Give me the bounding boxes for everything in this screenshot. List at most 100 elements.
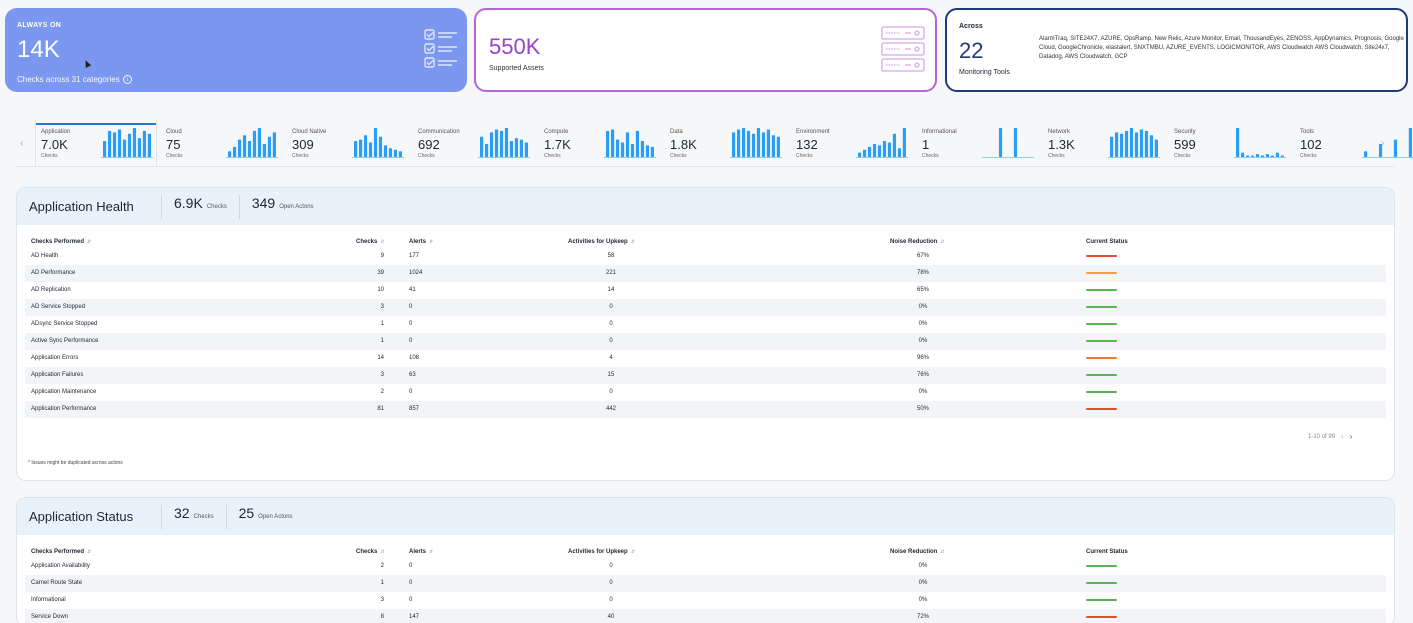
check-name: Application Errors	[31, 355, 79, 361]
category-tab-security[interactable]: Security 599 Checks	[1169, 121, 1291, 166]
alerts-count: 108	[409, 355, 420, 361]
category-tab-cloud-native[interactable]: Cloud Native 309 Checks	[287, 121, 409, 166]
category-tab-environment[interactable]: Environment 132 Checks	[791, 121, 913, 166]
sparkline-bar	[858, 152, 862, 157]
sort-icon[interactable]: ⇵	[380, 549, 384, 555]
col-header-alerts[interactable]: Alerts ⇵	[409, 549, 433, 555]
next-page-icon[interactable]: ›	[1350, 432, 1353, 441]
sort-icon[interactable]: ⇵	[429, 549, 433, 555]
status-line	[1086, 408, 1117, 410]
table-row[interactable]: ADsync Service Stopped 1 0 0 0%	[25, 316, 1386, 333]
col-header-noise[interactable]: Noise Reduction ⇵	[890, 239, 945, 245]
table-row[interactable]: AD Service Stopped 3 0 0 0%	[25, 299, 1386, 316]
alerts-count: 177	[409, 253, 420, 259]
category-value: 309	[292, 137, 314, 152]
checks-count: 3	[380, 304, 384, 310]
table-row[interactable]: Carnel Route State 1 0 0 0%	[25, 575, 1386, 592]
section-title: Application Health	[29, 199, 134, 214]
category-tab-informational[interactable]: Informational 1 Checks	[917, 121, 1039, 166]
sparkline-bar	[630, 143, 635, 157]
sort-icon[interactable]: ⇵	[940, 549, 944, 555]
table-row[interactable]: Informational 3 0 0 0%	[25, 592, 1386, 609]
alerts-count: 0	[409, 304, 413, 310]
activities-count: 0	[609, 563, 613, 569]
category-sparkline	[1234, 128, 1286, 158]
info-icon[interactable]: i	[122, 75, 132, 84]
col-header-activities[interactable]: Activities for Upkeep ⇵	[568, 239, 635, 245]
noise-reduction: 0%	[918, 597, 928, 603]
category-tab-tools[interactable]: Tools 102 Checks	[1295, 121, 1413, 166]
sparkline-bar	[127, 133, 132, 157]
checks-count: 2	[380, 389, 384, 395]
carousel-next-icon[interactable]: ›	[1381, 138, 1384, 149]
application-status-header: Application Status 32 Checks 25 Open Acton…	[17, 498, 1394, 535]
category-value: 692	[418, 137, 440, 152]
col-header-noise[interactable]: Noise Reduction ⇵	[890, 549, 945, 555]
col-header-checks-performed[interactable]: Checks Performed ⇵	[31, 239, 91, 245]
table-header: Checks Performed ⇵ Checks ⇵ Alerts ⇵ Activi…	[25, 234, 1386, 248]
sparkline-bar	[232, 146, 237, 157]
sparkline-bar	[237, 139, 242, 157]
col-header-checks[interactable]: Checks ⇵	[356, 549, 393, 555]
category-tab-cloud[interactable]: Cloud 75 Checks	[161, 121, 283, 166]
sparkline-bar	[756, 128, 761, 157]
sort-icon[interactable]: ⇵	[87, 239, 91, 245]
activities-count: 40	[607, 614, 615, 620]
sort-icon[interactable]: ⇵	[380, 239, 384, 245]
sparkline-bar	[1110, 136, 1114, 157]
col-header-checks[interactable]: Checks ⇵	[356, 239, 393, 245]
table-row[interactable]: AD Health 9 177 58 67%	[25, 248, 1386, 265]
sparkline-bar	[103, 141, 107, 157]
category-tab-communication[interactable]: Communication 692 Checks	[413, 121, 535, 166]
sort-icon[interactable]: ⇵	[631, 549, 635, 555]
sparkline-bar	[368, 142, 373, 157]
prev-page-icon[interactable]: ‹	[1341, 432, 1344, 441]
table-row[interactable]: Application Performance 81 857 442 50%	[25, 401, 1386, 418]
sparkline-bar	[1265, 154, 1270, 157]
table-row[interactable]: AD Performance 39 1024 221 78%	[25, 265, 1386, 282]
activities-count: 0	[609, 321, 613, 327]
category-tab-network[interactable]: Network 1.3K Checks	[1043, 121, 1165, 166]
sparkline-bar	[267, 136, 272, 157]
sort-icon[interactable]: ⇵	[87, 549, 91, 555]
carousel-prev-icon[interactable]: ‹	[20, 138, 23, 149]
alerts-count: 63	[409, 372, 416, 378]
table-row[interactable]: Active Sync Performance 1 0 0 0%	[25, 333, 1386, 350]
sort-icon[interactable]: ⇵	[631, 239, 635, 245]
sparkline-bar	[1144, 130, 1149, 157]
col-header-checks-performed[interactable]: Checks Performed ⇵	[31, 549, 91, 555]
noise-reduction: 50%	[916, 406, 929, 412]
category-tab-data[interactable]: Data 1.8K Checks	[665, 121, 787, 166]
sort-icon[interactable]: ⇵	[940, 239, 944, 245]
application-status-panel: Application Status 32 Checks 25 Open Acton…	[16, 497, 1395, 623]
sparkline-bar	[383, 145, 388, 157]
sort-icon[interactable]: ⇵	[429, 239, 433, 245]
col-header-alerts[interactable]: Alerts ⇵	[409, 239, 433, 245]
category-unit: Checks	[41, 153, 58, 159]
sparkline-bar	[766, 129, 771, 157]
sparkline-bar	[650, 146, 654, 157]
table-row[interactable]: Application Errors 14 108 4 96%	[25, 350, 1386, 367]
status-indicator	[1086, 599, 1117, 601]
noise-reduction: 65%	[916, 287, 929, 293]
table-row[interactable]: Application Availability 2 0 0 0%	[25, 558, 1386, 575]
sparkline-bar	[892, 133, 897, 157]
table-row[interactable]: Service Down 8 147 40 72%	[25, 609, 1386, 623]
status-line	[1086, 374, 1117, 376]
table-row[interactable]: Application Maintenance 2 0 0 0%	[25, 384, 1386, 401]
sparkline-bar	[620, 142, 625, 157]
table-row[interactable]: AD Replication 10 41 14 65%	[25, 282, 1386, 299]
sparkline-bar	[1139, 129, 1144, 157]
category-value: 7.0K	[41, 137, 68, 152]
checks-count: 10	[377, 287, 384, 293]
alerts-count: 41	[409, 287, 416, 293]
check-name: AD Health	[31, 253, 59, 259]
category-tab-application[interactable]: Application 7.0K Checks	[35, 121, 157, 166]
checks-stat-label: Checks	[193, 513, 214, 520]
sparkline-bar	[751, 133, 756, 157]
category-tab-compute[interactable]: Compute 1.7K Checks	[539, 121, 661, 166]
alerts-count: 1024	[409, 270, 423, 276]
sparkline-bar	[228, 151, 232, 157]
col-header-activities[interactable]: Activities for Upkeep ⇵	[568, 549, 635, 555]
table-row[interactable]: Application Failures 3 63 15 76%	[25, 367, 1386, 384]
